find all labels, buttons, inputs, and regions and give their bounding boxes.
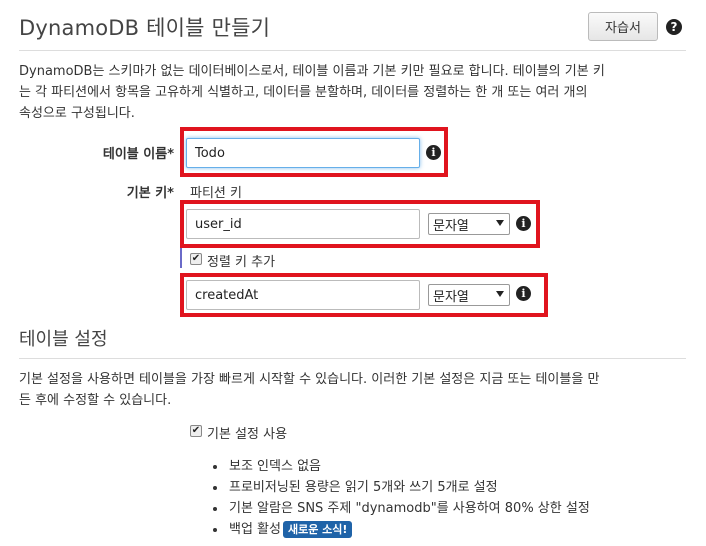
default-settings-list: 보조 인덱스 없음 프로비저닝된 용량은 읽기 5개와 쓰기 5개로 설정 기본… <box>213 456 590 540</box>
help-icon[interactable]: ? <box>666 19 682 35</box>
tutorial-button[interactable]: 자습서 <box>588 12 658 41</box>
settings-desc-line-2: 든 후에 수정할 수 있습니다. <box>19 393 172 408</box>
sort-key-info-icon[interactable]: i <box>516 286 531 301</box>
primary-key-label: 기본 키* <box>126 186 174 201</box>
sort-key-type-value: 문자열 <box>433 289 469 305</box>
new-badge[interactable]: 새로운 소식! <box>282 521 353 538</box>
table-settings-title: 테이블 설정 <box>19 329 108 350</box>
partition-key-type-select[interactable]: 문자열 <box>428 213 510 235</box>
partition-key-info-icon[interactable]: i <box>516 216 531 231</box>
list-item: 백업 활성 새로운 소식! <box>213 519 590 540</box>
add-sort-key-label: 정렬 키 추가 <box>207 255 276 270</box>
backup-text: 백업 활성 <box>229 522 281 537</box>
settings-divider <box>19 358 686 359</box>
partition-key-input[interactable]: user_id <box>186 209 420 239</box>
use-default-settings-label: 기본 설정 사용 <box>207 427 288 442</box>
list-item: 프로비저닝된 용량은 읽기 5개와 쓰기 5개로 설정 <box>213 477 590 498</box>
header-divider <box>19 50 686 51</box>
settings-desc-line-1: 기본 설정을 사용하면 테이블을 가장 빠르게 시작할 수 있습니다. 이러한 … <box>19 372 600 387</box>
sort-key-input[interactable]: createdAt <box>186 280 420 310</box>
table-name-label: 테이블 이름* <box>102 147 174 162</box>
sort-key-type-select[interactable]: 문자열 <box>428 284 510 306</box>
partition-key-type-value: 문자열 <box>433 218 469 234</box>
list-item: 기본 알람은 SNS 주제 "dynamodb"를 사용하여 80% 상한 설정 <box>213 498 590 519</box>
list-item: 보조 인덱스 없음 <box>213 456 590 477</box>
table-name-info-icon[interactable]: i <box>426 145 441 160</box>
intro-line-3: 속성으로 구성됩니다. <box>19 106 135 121</box>
chevron-down-icon <box>496 291 504 297</box>
table-settings-description: 기본 설정을 사용하면 테이블을 가장 빠르게 시작할 수 있습니다. 이러한 … <box>19 369 689 411</box>
intro-line-2: 는 각 파티션에서 항목을 고유하게 식별하고, 데이터를 분할하며, 데이터를… <box>19 85 588 100</box>
partition-key-label: 파티션 키 <box>190 186 242 201</box>
add-sort-key-checkbox[interactable]: ✔ <box>190 253 202 265</box>
intro-line-1: DynamoDB는 스키마가 없는 데이터베이스로서, 테이블 이름과 기본 키… <box>19 64 605 79</box>
page-title: DynamoDB 테이블 만들기 <box>19 16 271 40</box>
table-name-input[interactable]: Todo <box>186 138 420 168</box>
intro-description: DynamoDB는 스키마가 없는 데이터베이스로서, 테이블 이름과 기본 키… <box>19 61 689 124</box>
use-default-settings-checkbox[interactable]: ✔ <box>190 425 202 437</box>
chevron-down-icon <box>496 220 504 226</box>
